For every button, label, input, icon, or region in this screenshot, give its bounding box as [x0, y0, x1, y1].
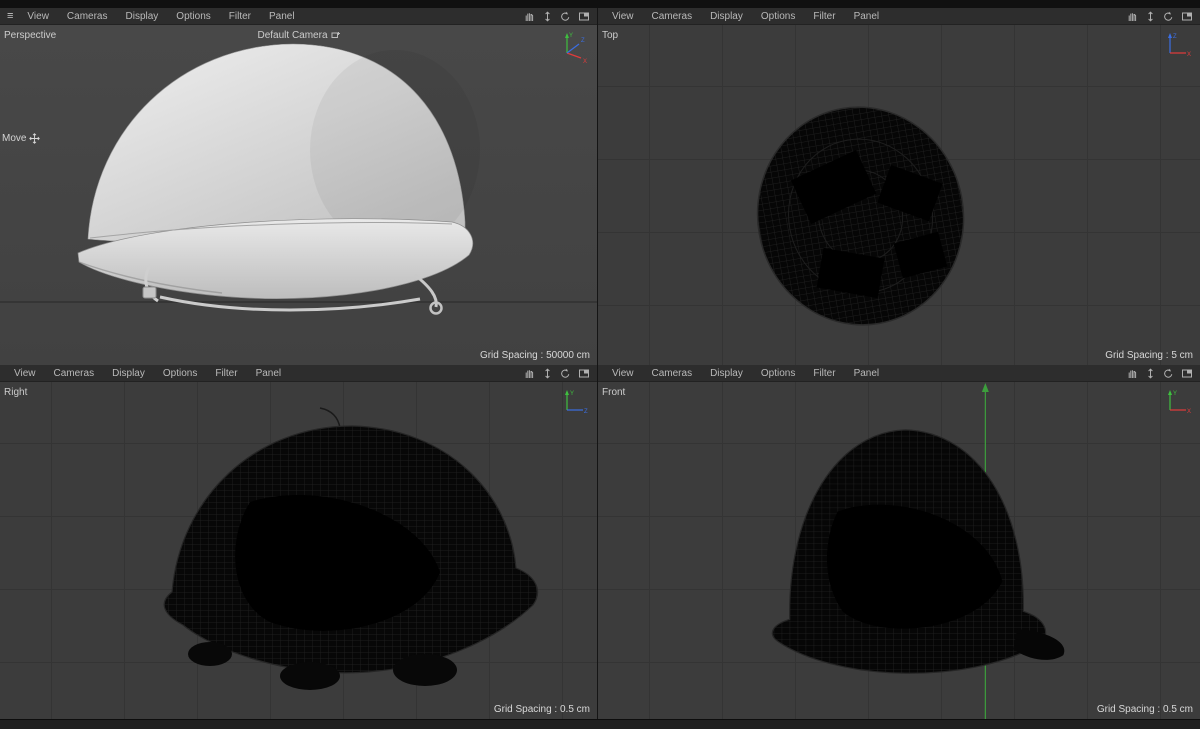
menu-view[interactable]: View: [603, 368, 643, 379]
viewport-label: Top: [602, 30, 619, 41]
grid-spacing-label: Grid Spacing : 0.5 cm: [493, 704, 590, 715]
helmet-shaded-render: [0, 43, 597, 315]
camera-label[interactable]: Default Camera: [257, 30, 340, 41]
menu-options[interactable]: Options: [167, 11, 219, 22]
menu-view[interactable]: View: [18, 11, 58, 22]
move-cursor-icon: [29, 133, 41, 144]
pan-hand-icon[interactable]: [1127, 368, 1138, 379]
axis-gizmo: Y X Z: [565, 33, 587, 65]
menu-cameras[interactable]: Cameras: [45, 368, 104, 379]
window-top-strip: [0, 0, 1200, 8]
pan-hand-icon[interactable]: [1127, 11, 1138, 22]
svg-text:Y: Y: [1173, 391, 1177, 397]
svg-text:Z: Z: [1173, 34, 1177, 40]
rotate-view-icon[interactable]: [1163, 11, 1174, 22]
menu-cameras[interactable]: Cameras: [58, 11, 117, 22]
rotate-view-icon[interactable]: [560, 11, 571, 22]
menu-options[interactable]: Options: [752, 368, 804, 379]
rotate-view-icon[interactable]: [560, 368, 571, 379]
move-tool-hint-text: Move: [2, 133, 27, 144]
helmet-wireframe-right: [163, 407, 538, 690]
svg-text:Z: Z: [581, 38, 585, 44]
viewport-perspective: ≡ View Cameras Display Options Filter Pa…: [0, 8, 597, 365]
menu-cameras[interactable]: Cameras: [643, 368, 702, 379]
menu-display[interactable]: Display: [103, 368, 154, 379]
viewport-menu-icon[interactable]: ≡: [7, 10, 13, 22]
dolly-zoom-icon[interactable]: [1145, 368, 1156, 379]
move-tool-hint: Move: [2, 133, 41, 144]
viewport-menubar: ≡ View Cameras Display Options Filter Pa…: [0, 8, 597, 25]
grid-spacing-label: Grid Spacing : 0.5 cm: [1096, 704, 1193, 715]
menu-panel[interactable]: Panel: [260, 11, 304, 22]
viewport-canvas-top[interactable]: Top Z X Grid Spacing : 5 cm: [598, 25, 1200, 365]
menu-cameras[interactable]: Cameras: [643, 11, 702, 22]
menu-view[interactable]: View: [5, 368, 45, 379]
viewport-front: View Cameras Display Options Filter Pane…: [597, 365, 1200, 719]
viewport-label: Perspective: [4, 30, 57, 41]
viewport-canvas-front[interactable]: Front Y X Grid Spacing : 0.5 cm: [598, 382, 1200, 719]
viewport-canvas-perspective[interactable]: Perspective Default Camera Move Y X Z Gr…: [0, 25, 597, 365]
window-bottom-strip: [0, 719, 1200, 729]
svg-text:X: X: [1187, 52, 1191, 58]
viewport-menubar: View Cameras Display Options Filter Pane…: [598, 8, 1200, 25]
svg-text:Z: Z: [584, 409, 588, 415]
grid-spacing-label: Grid Spacing : 5 cm: [1105, 350, 1193, 361]
menu-view[interactable]: View: [603, 11, 643, 22]
svg-text:X: X: [583, 59, 587, 65]
pan-hand-icon[interactable]: [524, 11, 535, 22]
rotate-view-icon[interactable]: [1163, 368, 1174, 379]
viewport-right: View Cameras Display Options Filter Pane…: [0, 365, 597, 719]
menu-panel[interactable]: Panel: [247, 368, 291, 379]
axis-gizmo: Z X: [1168, 33, 1191, 58]
viewport-menubar: View Cameras Display Options Filter Pane…: [0, 365, 597, 382]
viewport-tools: [524, 11, 592, 22]
axis-gizmo: Y X: [1168, 390, 1191, 415]
menu-display[interactable]: Display: [117, 11, 168, 22]
menu-options[interactable]: Options: [752, 11, 804, 22]
menu-filter[interactable]: Filter: [220, 11, 260, 22]
camera-swap-icon: [331, 32, 340, 38]
viewport-menubar: View Cameras Display Options Filter Pane…: [598, 365, 1200, 382]
maximize-viewport-icon[interactable]: [1181, 368, 1193, 379]
maximize-viewport-icon[interactable]: [578, 368, 590, 379]
pan-hand-icon[interactable]: [524, 368, 535, 379]
viewport-canvas-right[interactable]: Right Y Z Grid Spacing : 0.5 cm: [0, 382, 597, 719]
maximize-viewport-icon[interactable]: [578, 11, 590, 22]
viewport-top: View Cameras Display Options Filter Pane…: [597, 8, 1200, 365]
menu-panel[interactable]: Panel: [845, 368, 889, 379]
maximize-viewport-icon[interactable]: [1181, 11, 1193, 22]
viewport-label: Front: [602, 387, 626, 398]
c4d-viewport-window: ≡ View Cameras Display Options Filter Pa…: [0, 0, 1200, 729]
viewport-tools: [1127, 368, 1195, 379]
dolly-zoom-icon[interactable]: [542, 11, 553, 22]
dolly-zoom-icon[interactable]: [542, 368, 553, 379]
svg-text:Y: Y: [570, 391, 574, 397]
menu-options[interactable]: Options: [154, 368, 206, 379]
menu-filter[interactable]: Filter: [804, 11, 844, 22]
grid-spacing-label: Grid Spacing : 50000 cm: [479, 350, 590, 361]
viewport-tools: [524, 368, 592, 379]
svg-text:X: X: [1187, 409, 1191, 415]
dolly-zoom-icon[interactable]: [1145, 11, 1156, 22]
viewport-grid: ≡ View Cameras Display Options Filter Pa…: [0, 8, 1200, 719]
menu-panel[interactable]: Panel: [845, 11, 889, 22]
camera-label-text: Default Camera: [257, 30, 328, 41]
menu-filter[interactable]: Filter: [804, 368, 844, 379]
svg-text:Y: Y: [569, 33, 573, 39]
menu-display[interactable]: Display: [701, 368, 752, 379]
menu-display[interactable]: Display: [701, 11, 752, 22]
axis-gizmo: Y Z: [565, 390, 588, 415]
viewport-tools: [1127, 11, 1195, 22]
helmet-wireframe-top: [756, 106, 965, 326]
viewport-label: Right: [4, 387, 28, 398]
menu-filter[interactable]: Filter: [206, 368, 246, 379]
helmet-wireframe-front: [771, 382, 1065, 719]
